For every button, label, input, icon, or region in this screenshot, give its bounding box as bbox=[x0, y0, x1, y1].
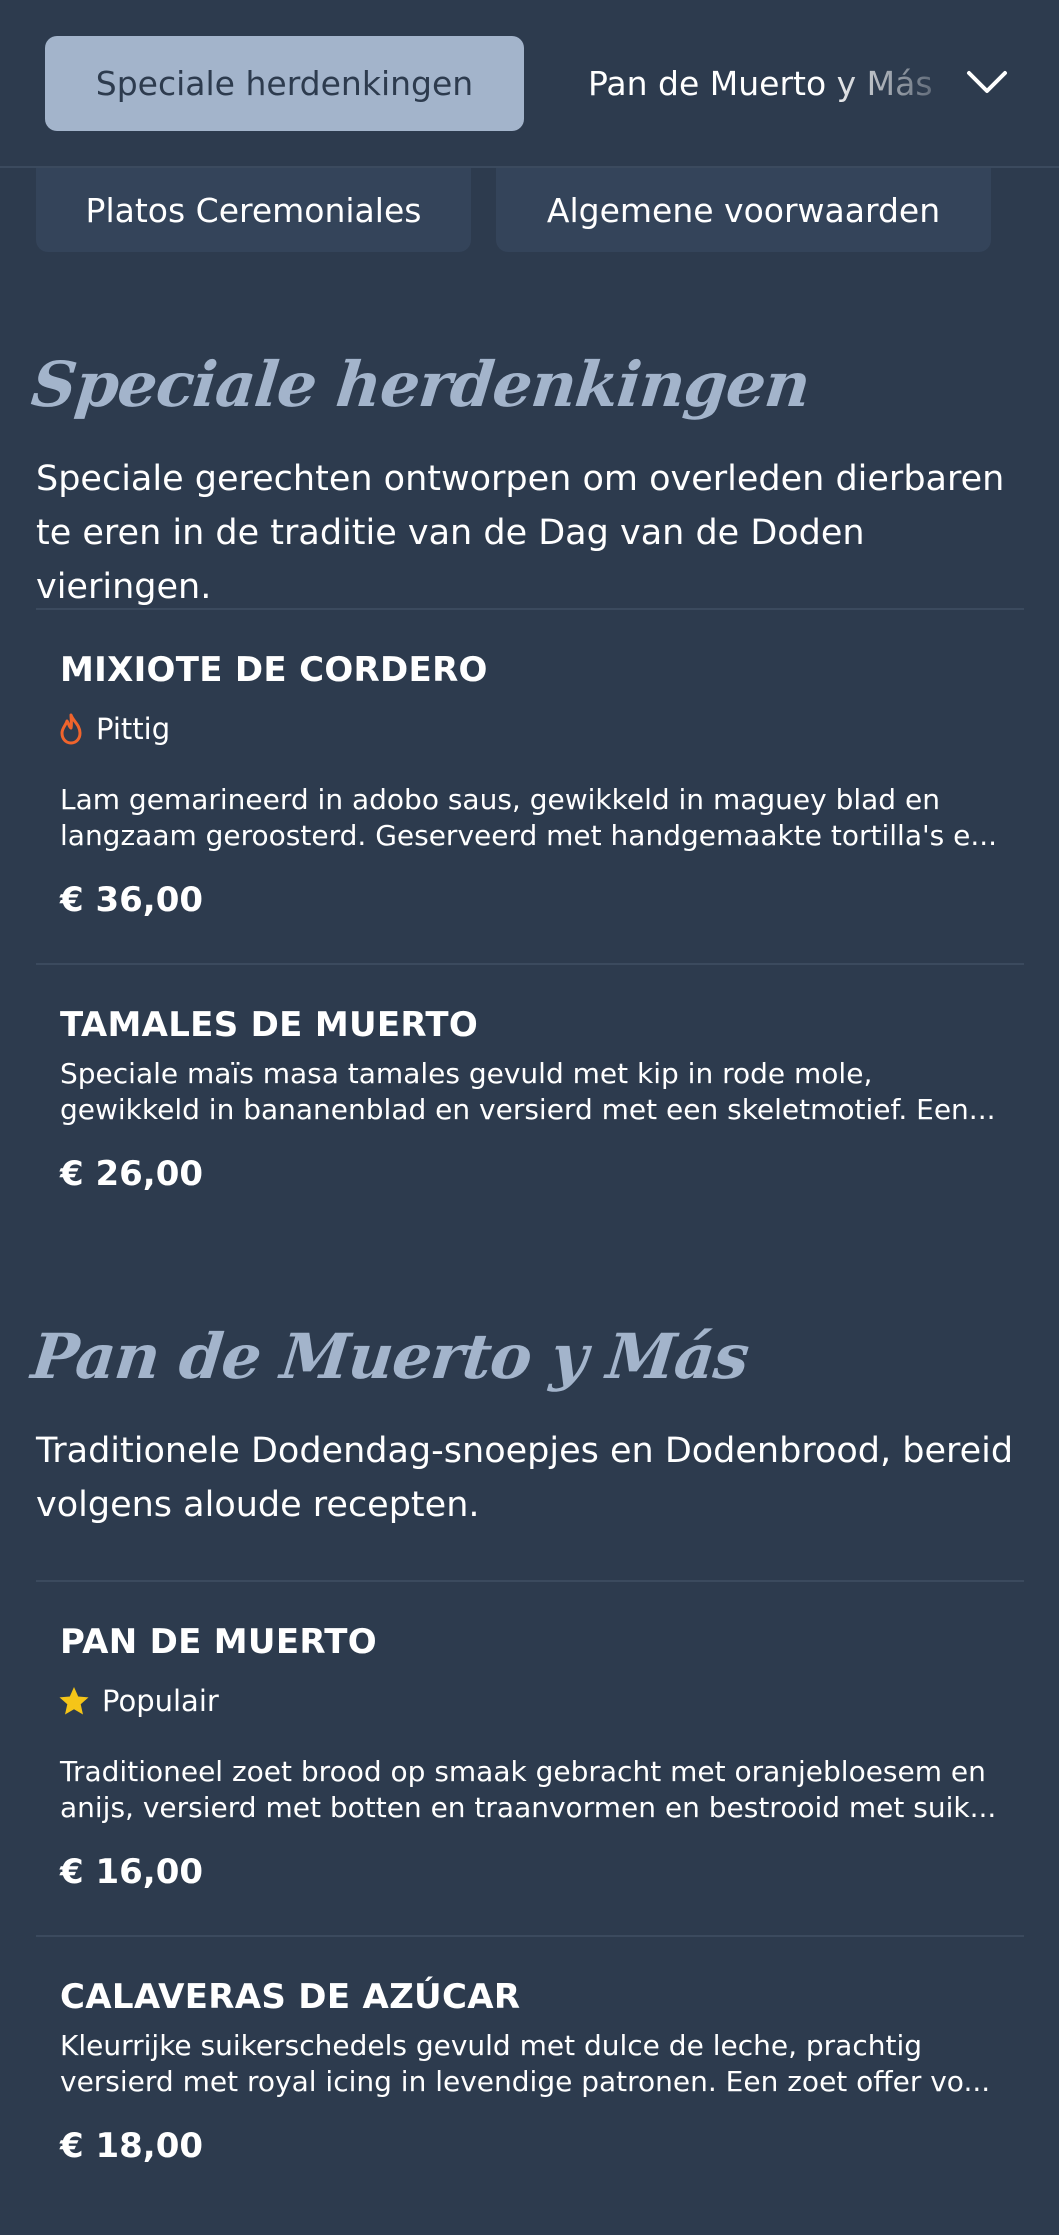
description-line: langzaam geroosterd. Geserveerd met hand… bbox=[60, 819, 998, 852]
star-icon bbox=[59, 1687, 89, 1715]
section-title: Speciale herdenkingen bbox=[28, 348, 814, 421]
chevron-down-icon[interactable] bbox=[960, 56, 1014, 110]
description-line: Traditioneel zoet brood op smaak gebrach… bbox=[60, 1755, 986, 1788]
description-line: Kleurrijke suikerschedels gevuld met dul… bbox=[60, 2029, 922, 2062]
item-description: Traditioneel zoet brood op smaak gebrach… bbox=[60, 1754, 1010, 1826]
tab-pan-de-muerto[interactable]: Pan de Muerto y Más bbox=[588, 36, 933, 131]
description-line: Speciale maïs masa tamales gevuld met ki… bbox=[60, 1057, 873, 1090]
description-line: Lam gemarineerd in adobo saus, gewikkeld… bbox=[60, 783, 940, 816]
item-tag: Populair bbox=[58, 1684, 219, 1718]
item-name: CALAVERAS DE AZÚCAR bbox=[60, 1977, 521, 2017]
tab-platos-ceremoniales[interactable]: Platos Ceremoniales bbox=[36, 168, 471, 252]
description-line: versierd met royal icing in levendige pa… bbox=[60, 2065, 991, 2098]
item-price: € 36,00 bbox=[60, 880, 204, 920]
tag-label: Populair bbox=[102, 1684, 219, 1718]
tag-label: Pittig bbox=[96, 712, 171, 746]
item-price: € 16,00 bbox=[60, 1852, 204, 1892]
divider bbox=[36, 608, 1024, 610]
item-tag: Pittig bbox=[58, 712, 170, 746]
description-line: gewikkeld in bananenblad en versierd met… bbox=[60, 1093, 996, 1126]
item-description: Kleurrijke suikerschedels gevuld met dul… bbox=[60, 2028, 1010, 2100]
divider bbox=[36, 1580, 1024, 1582]
item-description: Lam gemarineerd in adobo saus, gewikkeld… bbox=[60, 782, 1010, 854]
item-name: TAMALES DE MUERTO bbox=[60, 1005, 479, 1045]
section-description: Traditionele Dodendag-snoepjes en Dodenb… bbox=[36, 1431, 1014, 1525]
item-name: MIXIOTE DE CORDERO bbox=[60, 650, 488, 690]
section-description: Speciale gerechten ontworpen om overlede… bbox=[36, 459, 1005, 607]
item-price: € 18,00 bbox=[60, 2126, 204, 2166]
divider bbox=[36, 963, 1024, 965]
category-nav: Speciale herdenkingen Pan de Muerto y Má… bbox=[0, 0, 1059, 168]
description-line: anijs, versierd met botten en traanvorme… bbox=[60, 1791, 997, 1824]
tab-speciale-herdenkingen[interactable]: Speciale herdenkingen bbox=[45, 36, 524, 131]
item-price: € 26,00 bbox=[60, 1154, 204, 1194]
item-name: PAN DE MUERTO bbox=[60, 1622, 378, 1662]
divider bbox=[36, 1935, 1024, 1937]
section-title: Pan de Muerto y Más bbox=[28, 1320, 752, 1393]
flame-icon bbox=[60, 713, 82, 745]
item-description: Speciale maïs masa tamales gevuld met ki… bbox=[60, 1056, 1010, 1128]
tab-algemene-voorwaarden[interactable]: Algemene voorwaarden bbox=[496, 168, 991, 252]
